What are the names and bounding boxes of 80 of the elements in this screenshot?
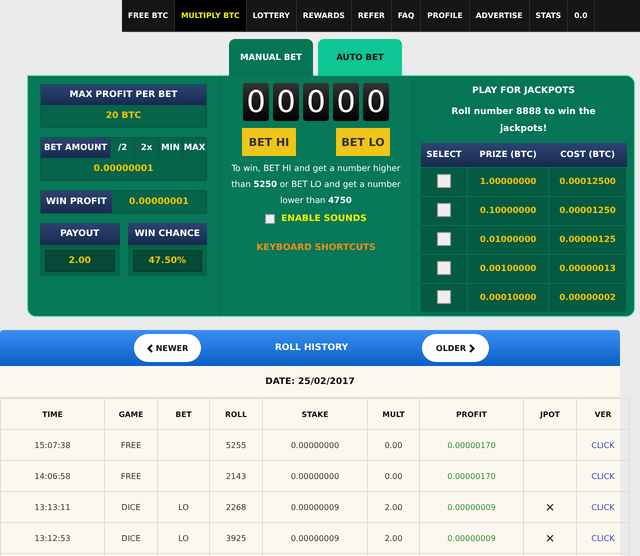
date-label: DATE: 25/02/2017 [0, 366, 620, 398]
checkbox[interactable] [437, 232, 451, 246]
checkbox[interactable] [437, 174, 451, 188]
column-header: PRIZE (BTC) [468, 143, 549, 168]
roll-digit: 0 [333, 83, 359, 121]
table-cell: 0.00000002 [548, 284, 626, 312]
box-header: BET AMOUNT [41, 138, 110, 158]
rule-text: To win, BET HI and get a number higher than 5250 or BET LO and get a number lower than 4750 [230, 163, 402, 208]
verify-link[interactable]: CLICK [591, 440, 615, 450]
table-cell: 0.00000009 [420, 492, 524, 522]
checkbox[interactable] [437, 202, 451, 216]
table-cell: 0.00 [368, 430, 420, 460]
input-field[interactable]: 2.00 [45, 250, 114, 272]
table-cell: 0.00000009 [262, 522, 368, 554]
table-cell: LO [158, 492, 210, 522]
table-cell: DICE [104, 522, 158, 554]
history-title: ROLL HISTORY [274, 343, 348, 353]
table-cell: 0.00000009 [262, 492, 368, 522]
table-cell: 0.00010000 [468, 284, 549, 312]
checkbox[interactable] [437, 290, 451, 304]
verify-link[interactable]: CLICK [591, 502, 615, 512]
box-header: MAX PROFIT PER BET [41, 85, 206, 105]
roll-digit: 0 [303, 83, 329, 121]
table-cell: 0.00001250 [548, 196, 626, 226]
table-cell: 0.00 [368, 460, 420, 492]
tab[interactable]: MANUAL BET [229, 39, 313, 76]
table-cell: 2268 [210, 492, 262, 522]
table-cell: DICE [104, 492, 158, 522]
amount-button[interactable]: MIN [158, 138, 182, 158]
checkbox-label: ENABLE SOUNDS [281, 214, 367, 224]
table-cell: 3925 [210, 522, 262, 554]
table-cell: 0.00000170 [420, 430, 524, 460]
table-cell: 0.00100000 [468, 254, 549, 284]
verify-link[interactable]: CLICK [591, 534, 615, 542]
table-cell: 0.01000000 [468, 226, 549, 254]
table-cell: 0.00012500 [548, 168, 626, 196]
box-header: PAYOUT [40, 223, 120, 245]
checkbox[interactable] [265, 214, 276, 224]
roll-digit: 0 [363, 83, 389, 121]
table-cell: 0.00000170 [420, 460, 524, 492]
table-cell: 0.00000000 [262, 430, 368, 460]
table-cell: 13:13:11 [0, 492, 104, 522]
panel-title: PLAY FOR JACKPOTS [472, 86, 575, 96]
bet-button[interactable]: BET LO [336, 128, 390, 156]
newer-button[interactable]: NEWER [134, 334, 201, 362]
amount-button[interactable]: MAX [182, 138, 206, 158]
table-cell: 2.00 [368, 492, 420, 522]
table-cell: 2143 [210, 460, 262, 492]
roll-digit: 0 [273, 83, 299, 121]
table-cell: × [524, 522, 576, 554]
chevron-right-icon [469, 344, 476, 352]
input-field[interactable]: 0.00000001 [41, 158, 206, 180]
table-cell: 5255 [210, 430, 262, 460]
table-cell: FREE [104, 430, 158, 460]
value-field: 20 BTC [41, 105, 206, 127]
table-cell: × [524, 492, 576, 522]
bet-button[interactable]: BET HI [242, 128, 296, 156]
table-cell: 0.00000000 [262, 460, 368, 492]
roll-digit: 0 [243, 83, 269, 121]
table-cell: 13:12:53 [0, 522, 104, 554]
table-cell: 0.10000000 [468, 196, 549, 226]
input-field[interactable]: 47.50% [132, 250, 202, 272]
verify-link[interactable]: CLICK [591, 472, 615, 480]
column-header: SELECT [420, 143, 468, 168]
table-cell: 0.00000013 [548, 254, 626, 284]
table-cell: 14:06:58 [0, 460, 104, 492]
jackpot-text: Roll number 8888 to win the jackpots! [450, 106, 597, 136]
table-cell: LO [158, 522, 210, 554]
table-cell: 0.00000125 [548, 226, 626, 254]
older-button[interactable]: OLDER [422, 334, 489, 362]
table-cell: 2.00 [368, 522, 420, 554]
table-cell: 0.00000009 [420, 522, 524, 554]
column-header: COST (BTC) [548, 143, 626, 168]
chevron-left-icon [146, 344, 153, 352]
table-cell: 15:07:38 [0, 430, 104, 460]
checkbox[interactable] [437, 260, 451, 274]
table-cell: FREE [104, 460, 158, 492]
box-header: WIN CHANCE [128, 223, 207, 245]
tab[interactable]: AUTO BET [318, 39, 402, 76]
table-cell: 1.00000000 [468, 168, 549, 196]
